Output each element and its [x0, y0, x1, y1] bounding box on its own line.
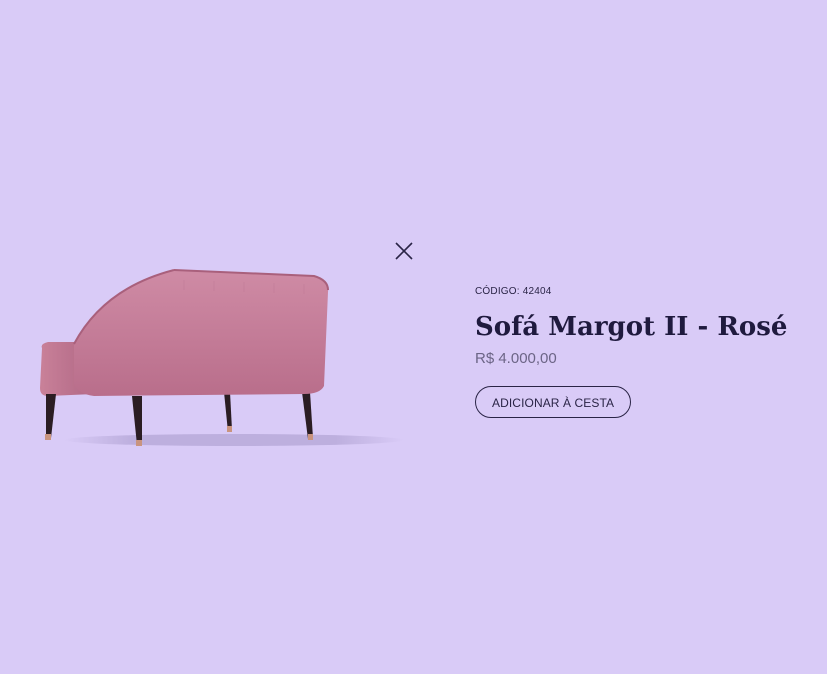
close-button[interactable]: [392, 239, 416, 263]
product-code: CÓDIGO: 42404: [475, 286, 552, 297]
close-icon: [395, 242, 413, 260]
sofa-image: [34, 262, 404, 458]
product-quickview-modal: CÓDIGO: 42404 Sofá Margot II - Rosé R$ 4…: [0, 0, 827, 674]
product-title: Sofá Margot II - Rosé: [475, 312, 788, 342]
product-details: CÓDIGO: 42404 Sofá Margot II - Rosé R$ 4…: [475, 286, 805, 418]
add-to-cart-button[interactable]: ADICIONAR À CESTA: [475, 386, 632, 418]
product-price: R$ 4.000,00: [475, 350, 557, 367]
